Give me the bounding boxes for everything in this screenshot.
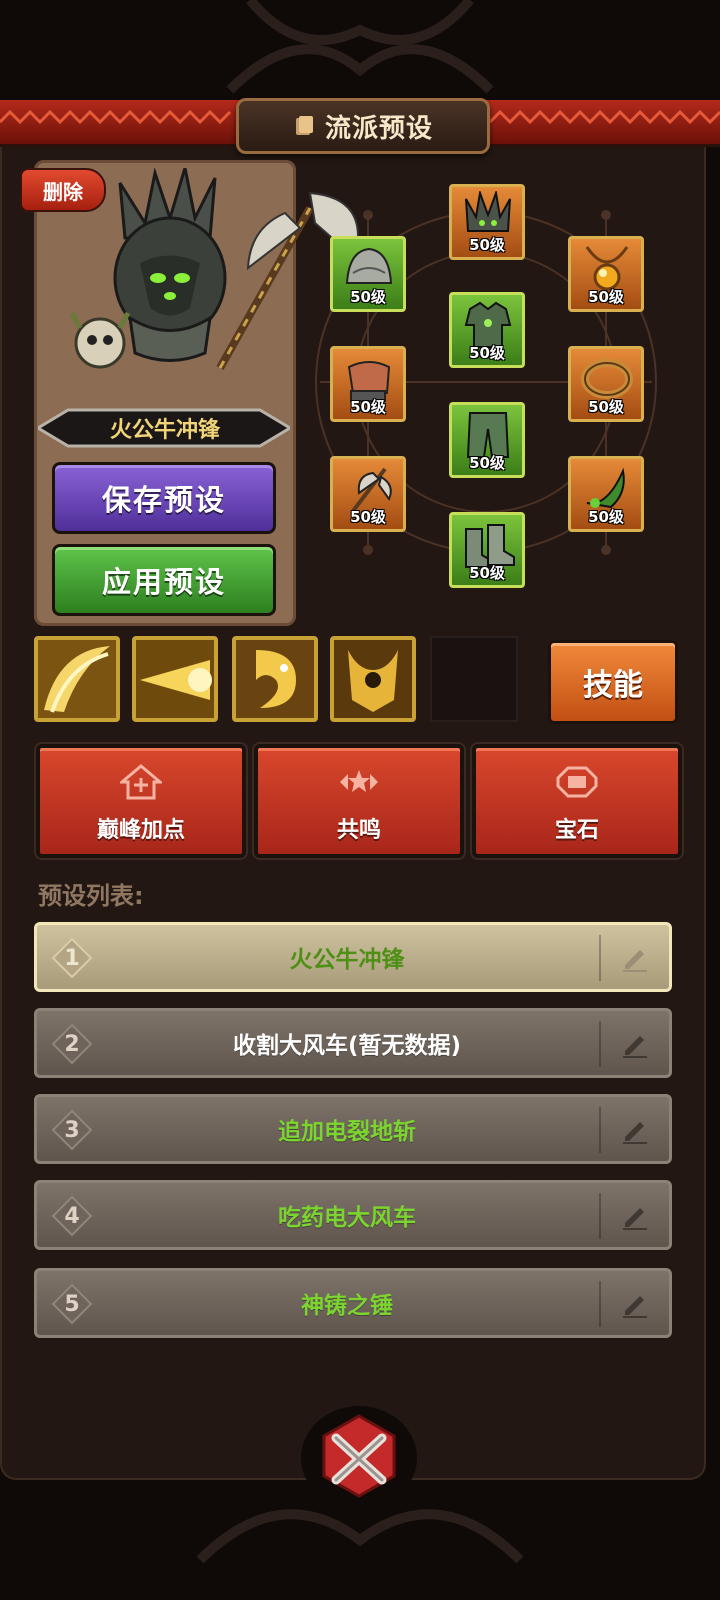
skill-slot-2[interactable] bbox=[132, 636, 218, 722]
preset-row-5[interactable]: 5 神铸之锤 bbox=[34, 1268, 672, 1338]
slot-level: 50级 bbox=[469, 236, 505, 254]
resonance-button[interactable]: 共鸣 bbox=[254, 744, 464, 858]
row-number: 5 bbox=[64, 1291, 80, 1317]
preset-row-1[interactable]: 1 火公牛冲锋 bbox=[34, 922, 672, 992]
preset-list-title: 预设列表: bbox=[38, 882, 144, 910]
equipment-slot-helmet[interactable]: 50级 bbox=[449, 184, 525, 260]
edit-icon[interactable] bbox=[619, 1287, 651, 1319]
equipment-slot-boots[interactable]: 50级 bbox=[449, 512, 525, 588]
gem-label: 宝石 bbox=[554, 818, 599, 843]
slot-level: 50级 bbox=[350, 508, 386, 526]
row-label: 收割大风车(暂无数据) bbox=[232, 1033, 462, 1059]
edit-icon[interactable] bbox=[619, 941, 651, 973]
save-preset-button[interactable]: 保存预设 bbox=[52, 462, 276, 534]
apply-preset-button[interactable]: 应用预设 bbox=[52, 544, 276, 616]
slot-level: 50级 bbox=[469, 454, 505, 472]
preset-name: 火公牛冲锋 bbox=[109, 418, 220, 443]
edit-icon[interactable] bbox=[619, 1199, 651, 1231]
row-label: 追加电裂地斩 bbox=[278, 1119, 416, 1145]
skill-slot-1[interactable] bbox=[34, 636, 120, 722]
preset-row-2[interactable]: 2 收割大风车(暂无数据) bbox=[34, 1008, 672, 1078]
row-label: 吃药电大风车 bbox=[278, 1205, 416, 1231]
equipment-slot-necklace[interactable]: 50级 bbox=[568, 236, 644, 312]
gem-button[interactable]: 宝石 bbox=[472, 744, 682, 858]
preset-row-3[interactable]: 3 追加电裂地斩 bbox=[34, 1094, 672, 1164]
gem-icon bbox=[556, 766, 598, 798]
edit-icon[interactable] bbox=[619, 1113, 651, 1145]
slot-level: 50级 bbox=[588, 508, 624, 526]
row-number: 4 bbox=[64, 1203, 80, 1229]
row-divider bbox=[599, 1107, 601, 1153]
row-number: 3 bbox=[64, 1117, 80, 1143]
skills-button[interactable]: 技能 bbox=[548, 640, 678, 724]
equipment-slot-shoulder[interactable]: 50级 bbox=[330, 236, 406, 312]
equipment-slot-weapon[interactable]: 50级 bbox=[330, 456, 406, 532]
row-divider bbox=[599, 1281, 601, 1327]
row-label: 神铸之锤 bbox=[301, 1293, 393, 1319]
row-divider bbox=[599, 1193, 601, 1239]
row-number: 2 bbox=[64, 1031, 80, 1057]
title-plate: 流派预设 bbox=[236, 98, 490, 154]
page-title: 流派预设 bbox=[324, 113, 433, 144]
equipment-slot-gloves[interactable]: 50级 bbox=[330, 346, 406, 422]
skill-slot-3[interactable] bbox=[232, 636, 318, 722]
preset-row-4[interactable]: 4 吃药电大风车 bbox=[34, 1180, 672, 1250]
equipment-slot-ring[interactable]: 50级 bbox=[568, 346, 644, 422]
equipment-slot-chest[interactable]: 50级 bbox=[449, 292, 525, 368]
peak-points-label: 巅峰加点 bbox=[96, 818, 185, 843]
slot-level: 50级 bbox=[469, 564, 505, 582]
rage-skill-icon bbox=[334, 640, 412, 718]
skill-slot-4[interactable] bbox=[330, 636, 416, 722]
row-divider bbox=[599, 935, 601, 981]
empty-skill-slot[interactable] bbox=[430, 636, 518, 722]
slot-level: 50级 bbox=[588, 398, 624, 416]
dragon-skill-icon bbox=[236, 640, 314, 718]
equipment-slot-charm[interactable]: 50级 bbox=[568, 456, 644, 532]
slot-level: 50级 bbox=[350, 288, 386, 306]
book-icon bbox=[295, 116, 313, 135]
peak-points-button[interactable]: 巅峰加点 bbox=[36, 744, 246, 858]
resonance-icon bbox=[340, 770, 378, 792]
peak-points-icon bbox=[120, 764, 162, 800]
slot-level: 50级 bbox=[588, 288, 624, 306]
slot-level: 50级 bbox=[350, 398, 386, 416]
row-number: 1 bbox=[64, 945, 80, 971]
resonance-label: 共鸣 bbox=[336, 818, 381, 843]
slash-skill-icon bbox=[38, 640, 116, 718]
close-icon[interactable] bbox=[296, 1398, 422, 1510]
row-label: 火公牛冲锋 bbox=[289, 947, 405, 973]
equipment-slot-pants[interactable]: 50级 bbox=[449, 402, 525, 478]
edit-icon[interactable] bbox=[619, 1027, 651, 1059]
delete-button[interactable]: 删除 bbox=[20, 168, 106, 212]
slot-level: 50级 bbox=[469, 344, 505, 362]
burst-skill-icon bbox=[136, 640, 214, 718]
row-divider bbox=[599, 1021, 601, 1067]
